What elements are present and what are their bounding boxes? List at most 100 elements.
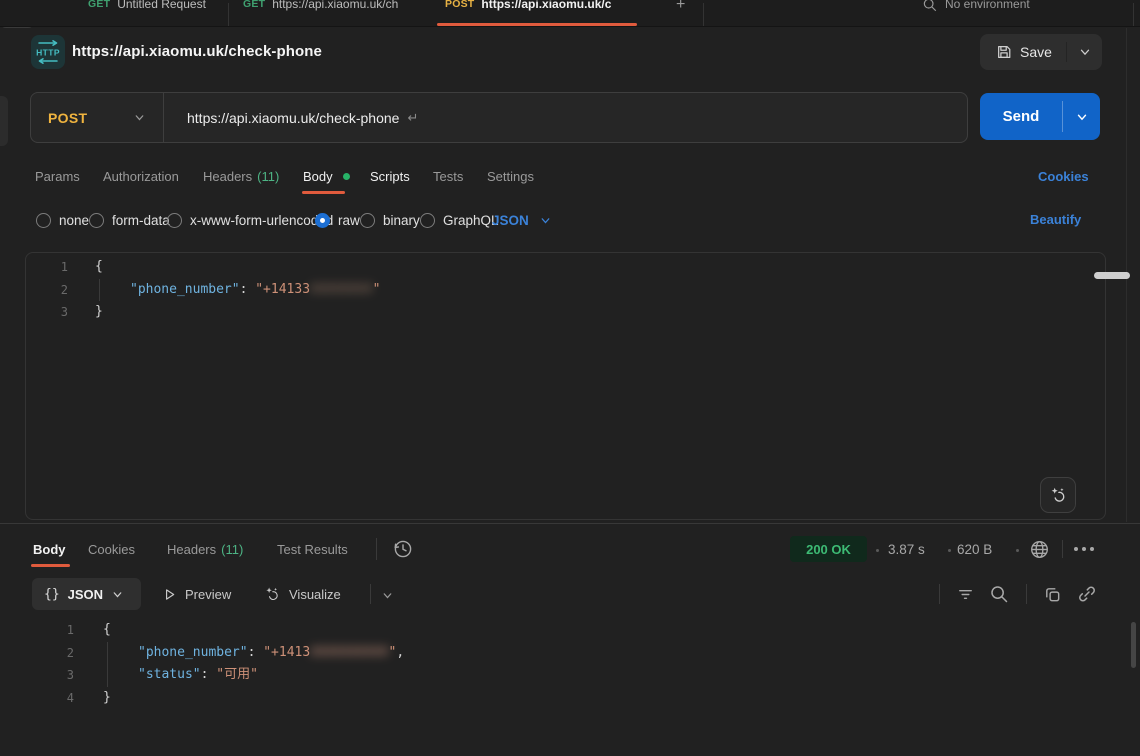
globe-icon [1029, 539, 1050, 560]
magic-wand-icon [264, 586, 281, 603]
visualize-button[interactable]: Visualize [264, 578, 341, 610]
cookies-link[interactable]: Cookies [1038, 158, 1089, 194]
tab-method-badge: GET [88, 0, 110, 10]
divider [1062, 540, 1063, 558]
radio-form-data[interactable]: form-data [89, 205, 170, 235]
tab-method-badge: GET [243, 0, 265, 10]
history-clock-icon [392, 538, 414, 560]
new-tab-button[interactable]: + [676, 0, 685, 20]
request-body-editor[interactable]: 1 { 2 "phone_number": "+14133########" 3… [0, 256, 1080, 324]
response-body-editor[interactable]: 1 { 2 "phone_number": "+1413##########",… [0, 619, 1110, 709]
copy-link-button[interactable] [1076, 583, 1098, 605]
svg-text:HTTP: HTTP [36, 48, 60, 58]
tab-settings[interactable]: Settings [487, 158, 534, 194]
response-tab-test-results[interactable]: Test Results [277, 532, 348, 566]
save-icon [996, 44, 1012, 60]
method-select-chevron[interactable] [133, 92, 146, 143]
url-input-container [30, 92, 968, 143]
search-icon [989, 584, 1009, 604]
link-icon [1077, 584, 1097, 604]
tab-body-label: Body [303, 169, 333, 184]
send-button[interactable]: Send [980, 93, 1062, 140]
request-tab-3-active[interactable]: POST https://api.xiaomu.uk/c [445, 0, 611, 19]
response-time[interactable]: 3.87 s [888, 542, 925, 557]
search-response-button[interactable] [988, 583, 1010, 605]
status-badge[interactable]: 200 OK [790, 536, 867, 562]
workspace-tab-bar: GET Untitled Request GET https://api.xia… [0, 0, 1140, 27]
tab-headers[interactable]: Headers (11) [203, 158, 279, 194]
tab-scripts[interactable]: Scripts [370, 158, 410, 194]
json-value: " [373, 282, 381, 297]
toolbar-more-chevron[interactable] [379, 587, 395, 603]
save-button[interactable]: Save [980, 34, 1066, 70]
response-more-options-button[interactable] [1070, 542, 1098, 556]
tab-tests[interactable]: Tests [433, 158, 463, 194]
json-key: "status" [138, 667, 201, 682]
divider [376, 538, 377, 560]
editor-scrollbar-thumb[interactable] [1094, 272, 1130, 279]
save-label: Save [1020, 44, 1052, 60]
radio-circle [89, 213, 104, 228]
modified-dot [343, 173, 350, 180]
chevron-down-icon [381, 589, 394, 602]
api-client-window: GET Untitled Request GET https://api.xia… [0, 0, 1140, 756]
active-tab-underline [437, 23, 637, 26]
body-format-select[interactable]: JSON [492, 205, 552, 235]
response-tab-body-active[interactable]: Body [33, 532, 66, 566]
method-select[interactable]: POST [48, 92, 87, 143]
postbot-wand-button[interactable] [1040, 477, 1076, 513]
radio-circle-checked [315, 213, 330, 228]
radio-raw-selected[interactable]: raw [315, 205, 360, 235]
save-options-button[interactable] [1067, 34, 1102, 70]
response-size[interactable]: 620 B [957, 542, 992, 557]
sidebar-collapse-handle[interactable] [0, 96, 8, 146]
radio-graphql[interactable]: GraphQL [420, 205, 499, 235]
radio-circle [167, 213, 182, 228]
copy-response-button[interactable] [1041, 583, 1063, 605]
line-number: 1 [0, 619, 74, 642]
json-key: "phone_number" [138, 645, 248, 660]
line-number: 2 [0, 642, 74, 665]
line-number: 2 [0, 279, 68, 302]
divider [939, 584, 940, 604]
code-token: } [95, 304, 103, 319]
response-format-select[interactable]: {} JSON [32, 578, 141, 610]
radio-binary[interactable]: binary [360, 205, 420, 235]
line-number: 3 [0, 301, 68, 324]
tab-body-active[interactable]: Body [303, 158, 350, 194]
radio-none[interactable]: none [36, 205, 89, 235]
radio-label: GraphQL [443, 213, 499, 228]
http-request-icon: HTTP [31, 35, 65, 69]
json-key: "phone_number" [130, 282, 240, 297]
tab-authorization[interactable]: Authorization [103, 158, 179, 194]
radio-label: form-data [112, 213, 170, 228]
response-history-button[interactable] [391, 537, 415, 561]
tab-divider [703, 3, 704, 27]
tab-divider [228, 3, 229, 27]
preview-button[interactable]: Preview [162, 578, 231, 610]
braces-icon: {} [44, 587, 60, 602]
network-info-button[interactable] [1028, 538, 1050, 560]
response-scrollbar-thumb[interactable] [1131, 622, 1136, 668]
tab-headers-label: Headers [203, 169, 252, 184]
code-token: , [396, 645, 404, 660]
environment-selector[interactable]: No environment [922, 0, 1030, 19]
radio-urlencoded[interactable]: x-www-form-urlencoded [167, 205, 333, 235]
request-tab-1[interactable]: GET Untitled Request [88, 0, 206, 19]
filter-button[interactable] [954, 584, 976, 604]
beautify-link[interactable]: Beautify [1030, 212, 1081, 227]
code-token: : [201, 667, 217, 682]
code-line: 1 { [0, 619, 1110, 642]
pane-divider[interactable] [0, 523, 1140, 524]
response-tab-cookies[interactable]: Cookies [88, 532, 135, 566]
code-line: 4 } [0, 687, 1110, 710]
dot-separator [1016, 549, 1019, 552]
send-options-button[interactable] [1063, 93, 1100, 140]
response-tab-headers[interactable]: Headers (11) [167, 532, 243, 566]
tab-params[interactable]: Params [35, 158, 80, 194]
filter-icon [956, 585, 975, 604]
url-input[interactable]: https://api.xiaomu.uk/check-phone ↵ [187, 92, 418, 143]
request-tab-2[interactable]: GET https://api.xiaomu.uk/ch [243, 0, 398, 19]
code-line: 3 } [0, 301, 1080, 324]
format-label: JSON [492, 213, 529, 228]
